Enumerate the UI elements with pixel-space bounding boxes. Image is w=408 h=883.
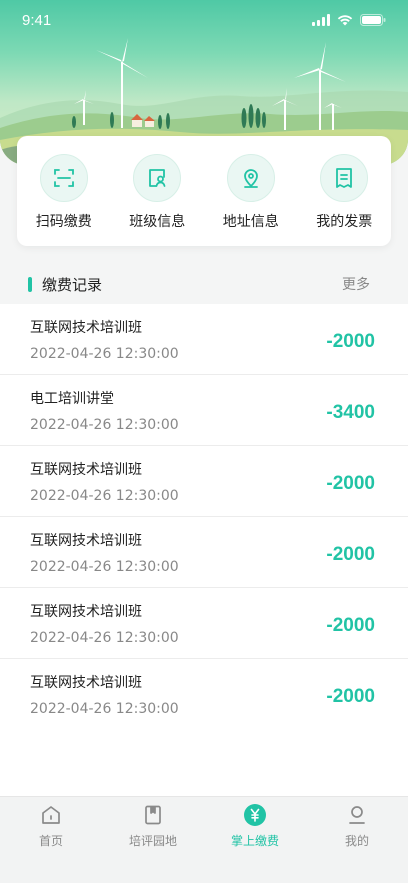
record-time: 2022-04-26 12:30:00	[30, 417, 179, 433]
scan-icon	[39, 154, 88, 202]
status-time: 9:41	[22, 11, 52, 29]
class-info-icon	[133, 154, 182, 202]
signal-icon	[312, 14, 330, 26]
records-header: 缴费记录 更多	[0, 264, 408, 304]
record-amount: -2000	[326, 331, 375, 352]
record-row[interactable]: 电工培训讲堂 2022-04-26 12:30:00 -3400	[0, 375, 408, 446]
records-title: 缴费记录	[42, 275, 103, 294]
tab-mine[interactable]: 我的	[312, 803, 402, 849]
records-title-wrap: 缴费记录	[28, 274, 102, 295]
quick-action-my-invoice[interactable]: 我的发票	[303, 154, 385, 231]
record-row[interactable]: 互联网技术培训班 2022-04-26 12:30:00 -2000	[0, 588, 408, 659]
quick-action-label: 班级信息	[129, 214, 186, 230]
tab-home[interactable]: 首页	[6, 803, 96, 849]
records-list: 互联网技术培训班 2022-04-26 12:30:00 -2000 电工培训讲…	[0, 304, 408, 732]
record-time: 2022-04-26 12:30:00	[30, 559, 179, 575]
quick-actions-card: 扫码缴费 班级信息 地址信息 我的发票	[17, 136, 391, 246]
tab-label: 我的	[344, 834, 369, 848]
tab-mobile-payment[interactable]: 掌上缴费	[210, 803, 300, 849]
user-icon	[345, 803, 369, 827]
quick-action-class-info[interactable]: 班级信息	[116, 154, 198, 231]
section-accent-bar	[28, 276, 32, 292]
quick-action-scan-pay[interactable]: 扫码缴费	[23, 154, 105, 231]
bottom-tab-bar: 首页 培评园地 掌上缴费 我的	[0, 796, 408, 883]
record-row[interactable]: 互联网技术培训班 2022-04-26 12:30:00 -2000	[0, 659, 408, 732]
quick-action-address-info[interactable]: 地址信息	[210, 154, 292, 231]
home-icon	[39, 803, 63, 827]
record-time: 2022-04-26 12:30:00	[30, 630, 179, 646]
record-row[interactable]: 互联网技术培训班 2022-04-26 12:30:00 -2000	[0, 517, 408, 588]
status-icons	[312, 14, 386, 26]
record-amount: -3400	[326, 402, 375, 423]
tab-label: 掌上缴费	[230, 834, 279, 848]
book-icon	[141, 803, 165, 827]
record-time: 2022-04-26 12:30:00	[30, 346, 179, 362]
record-amount: -2000	[326, 686, 375, 707]
record-name: 互联网技术培训班	[30, 675, 142, 691]
tab-label: 首页	[38, 834, 63, 848]
record-row[interactable]: 互联网技术培训班 2022-04-26 12:30:00 -2000	[0, 304, 408, 375]
record-amount: -2000	[326, 544, 375, 565]
app-screen: 9:41 扫码缴费 班级信息 地址信息 我的发票 缴费记录 更多 互联网技术培训…	[0, 0, 408, 883]
quick-action-label: 我的发票	[316, 214, 373, 230]
quick-action-label: 扫码缴费	[35, 214, 92, 230]
record-amount: -2000	[326, 615, 375, 636]
list-blank-area	[0, 730, 408, 796]
record-name: 互联网技术培训班	[30, 320, 142, 336]
record-name: 互联网技术培训班	[30, 604, 142, 620]
tab-label: 培评园地	[128, 834, 177, 848]
record-name: 电工培训讲堂	[30, 391, 114, 407]
tab-training-garden[interactable]: 培评园地	[108, 803, 198, 849]
more-link[interactable]: 更多	[342, 274, 370, 294]
record-time: 2022-04-26 12:30:00	[30, 488, 179, 504]
record-row[interactable]: 互联网技术培训班 2022-04-26 12:30:00 -2000	[0, 446, 408, 517]
quick-action-label: 地址信息	[222, 214, 279, 230]
invoice-icon	[320, 154, 369, 202]
record-amount: -2000	[326, 473, 375, 494]
battery-icon	[360, 14, 386, 26]
yuan-payment-icon	[243, 803, 267, 827]
record-time: 2022-04-26 12:30:00	[30, 701, 179, 717]
record-name: 互联网技术培训班	[30, 533, 142, 549]
location-pin-icon	[226, 154, 275, 202]
wifi-icon	[337, 15, 353, 26]
record-name: 互联网技术培训班	[30, 462, 142, 478]
status-bar: 9:41	[0, 0, 408, 40]
